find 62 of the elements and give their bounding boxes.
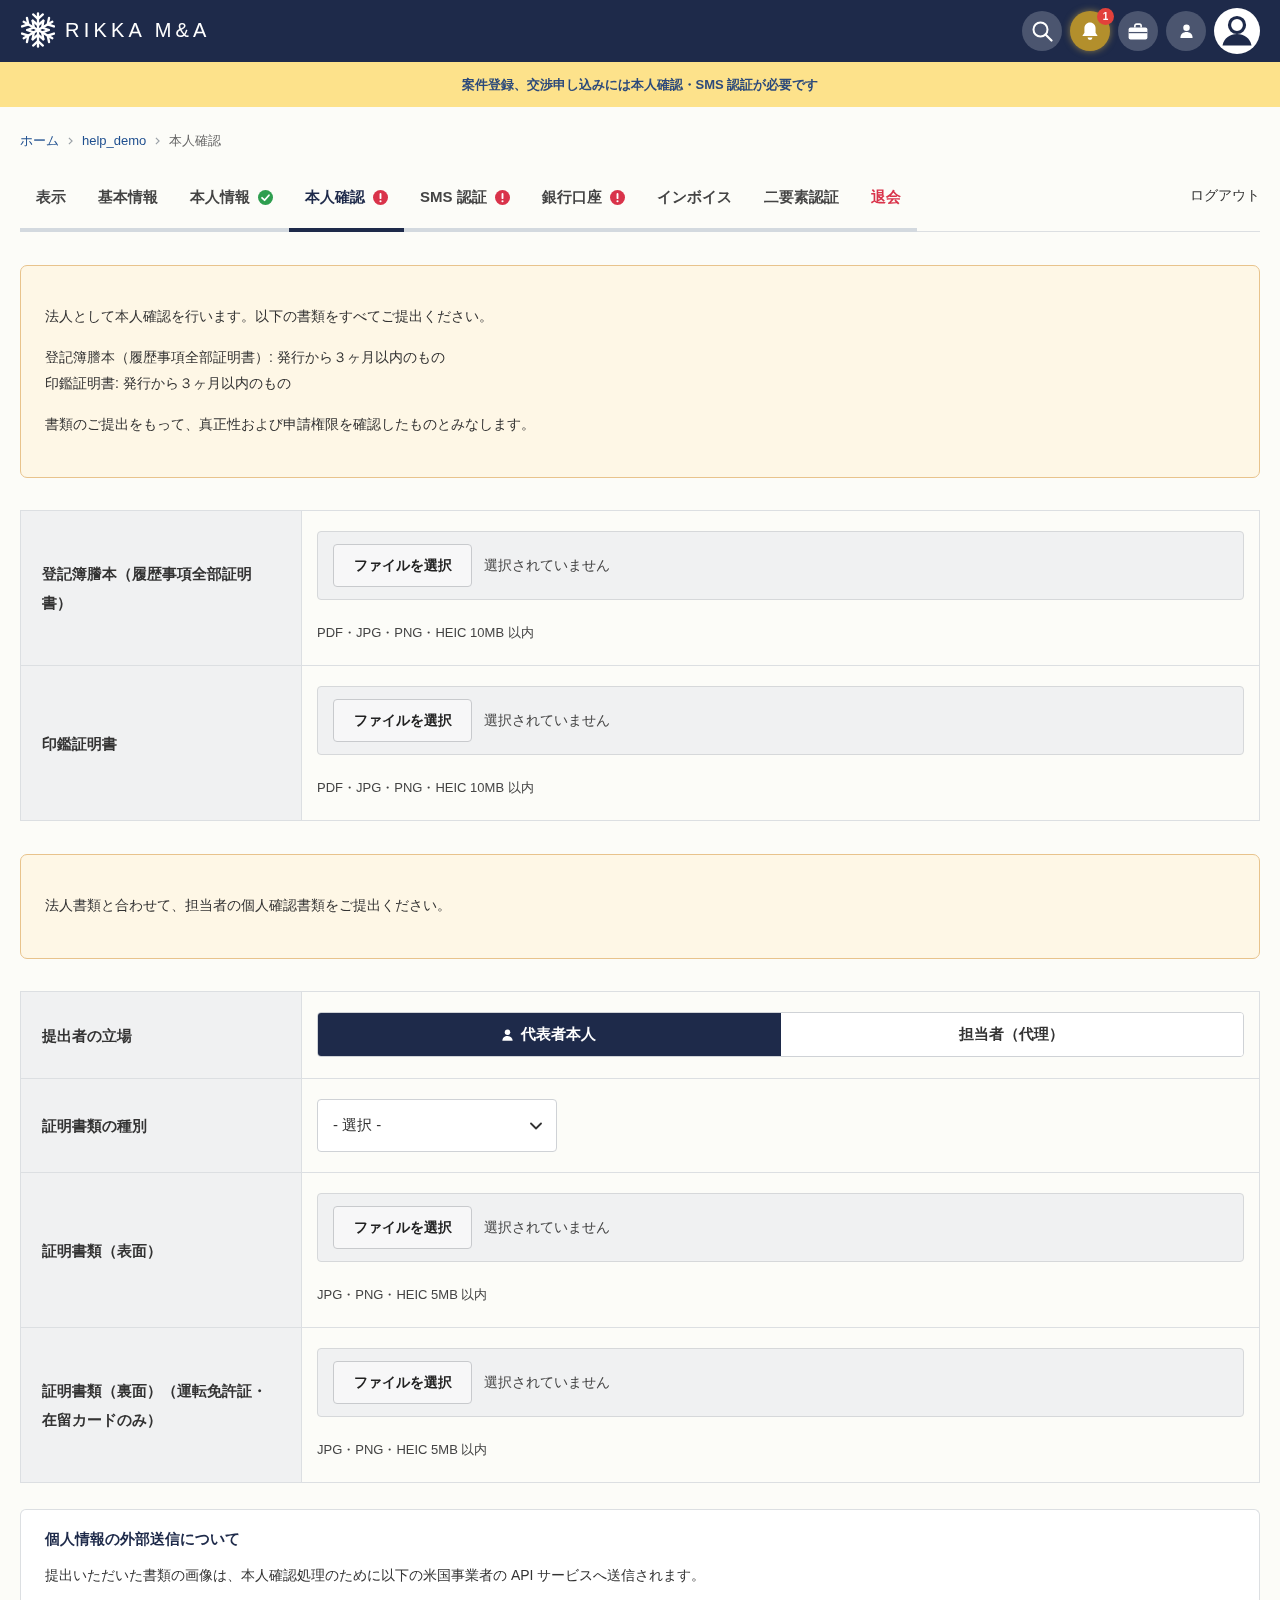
tab[interactable]: SMS 認証 (404, 168, 526, 232)
chevron-down-icon (530, 1121, 542, 1130)
notice-banner: 案件登録、交渉申し込みには本人確認・SMS 認証が必要です (0, 62, 1280, 107)
notification-badge: 1 (1097, 8, 1114, 25)
file-hint-text: PDF・JPG・PNG・HEIC 10MB 以内 (317, 624, 535, 642)
breadcrumb-link[interactable]: help_demo (82, 131, 147, 151)
breadcrumb-link[interactable]: ホーム (20, 131, 59, 151)
field-label: 証明書類（表面） (21, 1173, 302, 1327)
briefcase-button[interactable] (1118, 11, 1158, 51)
logo-text: RIKKA M&A (65, 18, 211, 42)
choose-file-button[interactable]: ファイルを選択 (333, 1361, 472, 1404)
field-label: 提出者の立場 (21, 992, 302, 1078)
user-avatar-icon (1214, 8, 1260, 54)
notice-text: 登記簿謄本（履歴事項全部証明書）: 発行から３ヶ月以内のもの (45, 348, 446, 367)
document-type-select[interactable]: - 選択 - (317, 1099, 557, 1152)
person-icon (1179, 24, 1193, 38)
field-label: 証明書類（裏面）（運転免許証・在留カードのみ） (21, 1328, 302, 1482)
file-input-field[interactable]: ファイルを選択 選択されていません (317, 531, 1244, 600)
tab[interactable]: インボイス (640, 168, 748, 232)
file-input-field[interactable]: ファイルを選択 選択されていません (317, 1348, 1244, 1417)
file-hint-text: JPG・PNG・HEIC 5MB 以内 (317, 1286, 489, 1304)
file-input-field[interactable]: ファイルを選択 選択されていません (317, 686, 1244, 755)
breadcrumb-current: 本人確認 (169, 132, 222, 150)
choose-file-button[interactable]: ファイルを選択 (333, 1206, 472, 1249)
chevron-right-icon (68, 137, 73, 145)
role-option[interactable]: 担当者（代理） (780, 1013, 1243, 1056)
role-option[interactable]: 代表者本人 (318, 1013, 781, 1056)
tab[interactable]: 表示 (20, 168, 82, 232)
chevron-right-icon (155, 137, 161, 145)
search-button[interactable] (1022, 11, 1062, 51)
file-status-text: 選択されていません (484, 1373, 610, 1392)
field-label: 証明書類の種別 (21, 1079, 302, 1172)
file-status-text: 選択されていません (484, 1218, 610, 1237)
choose-file-button[interactable]: ファイルを選択 (333, 699, 472, 742)
person-button[interactable] (1166, 11, 1206, 51)
info-card-title: 個人情報の外部送信について (45, 1529, 241, 1549)
file-input-field[interactable]: ファイルを選択 選択されていません (317, 1193, 1244, 1262)
avatar-button[interactable] (1214, 8, 1260, 54)
file-hint-text: JPG・PNG・HEIC 5MB 以内 (317, 1441, 489, 1459)
notice-text: 法人書類と合わせて、担当者の個人確認書類をご提出ください。 (45, 896, 452, 915)
notice-text: 法人として本人確認を行います。以下の書類をすべてご提出ください。 (45, 307, 494, 326)
field-label: 印鑑証明書 (21, 666, 302, 820)
person-icon (502, 1028, 514, 1041)
file-status-text: 選択されていません (484, 556, 610, 575)
snowflake-icon (20, 12, 56, 48)
tab[interactable]: 基本情報 (82, 168, 174, 232)
info-card-text: 提出いただいた書類の画像は、本人確認処理のために以下の米国事業者の API サービスへ送信されます。 (45, 1566, 707, 1585)
tab[interactable]: 退会 (854, 168, 917, 232)
bell-icon (1081, 21, 1099, 41)
tab[interactable]: 本人情報 (174, 168, 289, 232)
tab[interactable]: 本人確認 (289, 168, 404, 232)
logout-link[interactable]: ログアウト (1190, 186, 1260, 205)
tab[interactable]: 二要素認証 (747, 168, 855, 232)
notice-text: 印鑑証明書: 発行から３ヶ月以内のもの (45, 374, 292, 393)
notice-text: 書類のご提出をもって、真正性および申請権限を確認したものとみなします。 (45, 415, 536, 434)
search-icon (1031, 20, 1053, 42)
file-hint-text: PDF・JPG・PNG・HEIC 10MB 以内 (317, 779, 535, 797)
briefcase-icon (1128, 22, 1148, 40)
choose-file-button[interactable]: ファイルを選択 (333, 544, 472, 587)
field-label: 登記簿謄本（履歴事項全部証明書） (21, 511, 302, 665)
file-status-text: 選択されていません (484, 711, 610, 730)
tab[interactable]: 銀行口座 (525, 168, 641, 232)
